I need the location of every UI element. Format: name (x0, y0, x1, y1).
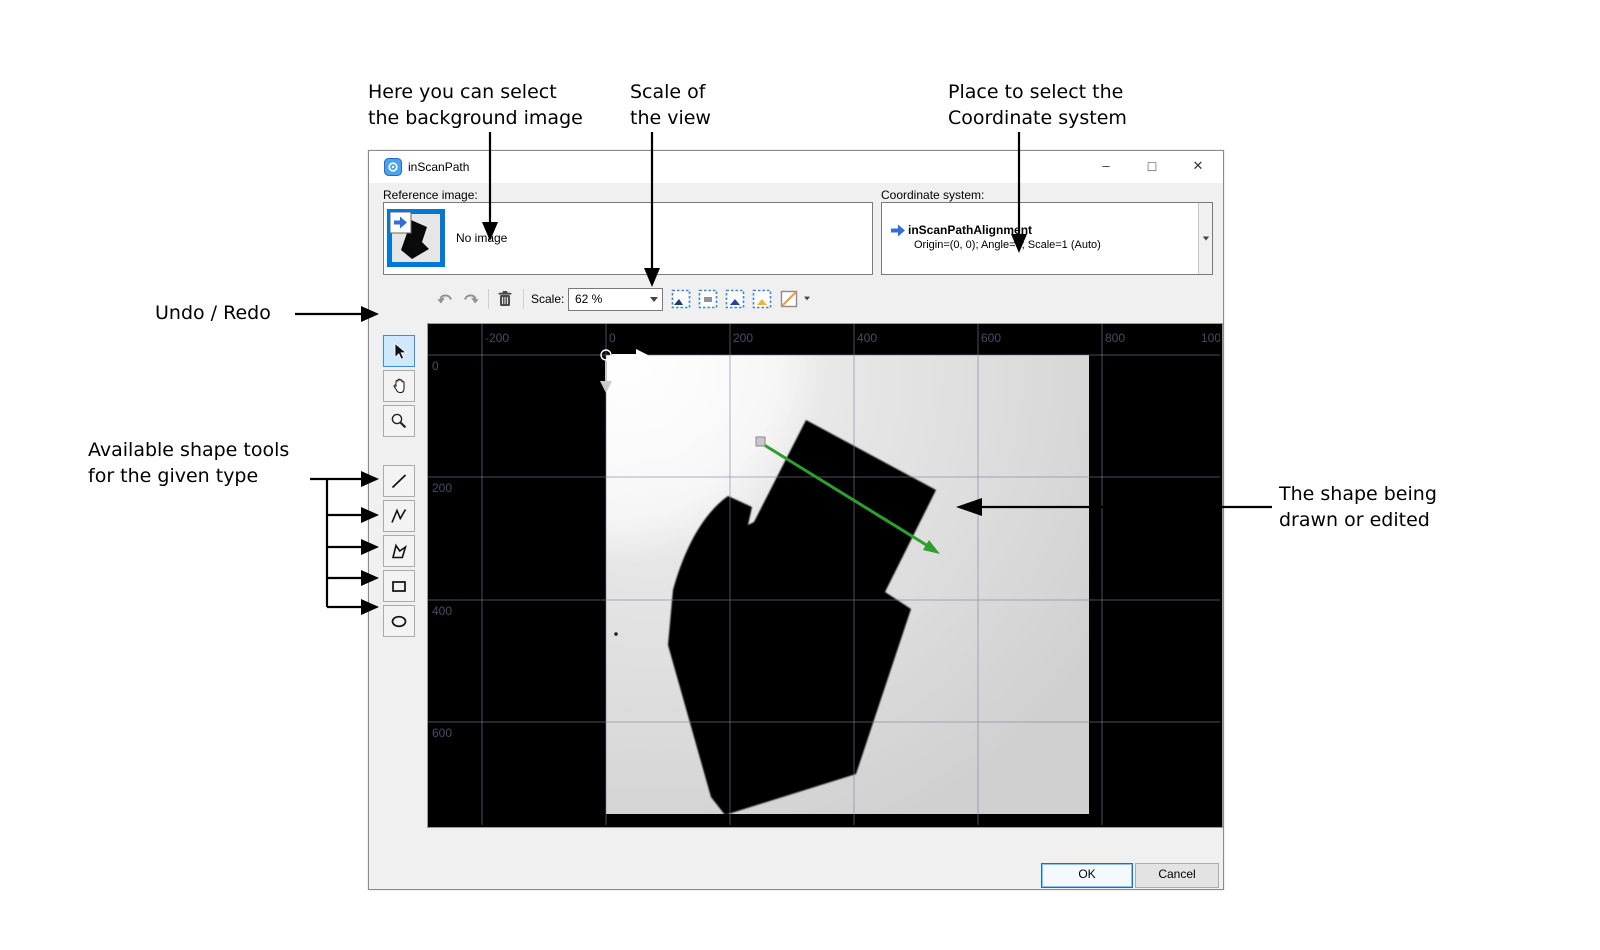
coordinate-system-label: Coordinate system: (881, 188, 984, 202)
callout-background: Here you can select the background image (368, 79, 583, 131)
chevron-down-icon (1202, 237, 1208, 241)
rectangle-icon (389, 576, 409, 596)
trash-icon (497, 290, 513, 308)
polygon-icon (389, 541, 409, 561)
reference-image-label: Reference image: (383, 188, 478, 202)
zoom-original-icon (698, 289, 718, 309)
cursor-icon (389, 341, 409, 361)
inscanpath-dialog: inScanPath – □ ✕ Reference image: No ima… (368, 150, 1224, 890)
page: Here you can select the background image… (0, 0, 1600, 950)
view-toolbar: Scale: 62 % (369, 286, 1223, 312)
callout-arrow-undo-redo (295, 306, 379, 322)
background-visibility-button[interactable] (777, 287, 801, 311)
coordinate-system-select[interactable]: inScanPathAlignment Origin=(0, 0); Angle… (881, 202, 1213, 275)
callout-undo-redo: Undo / Redo (155, 300, 271, 326)
cancel-button[interactable]: Cancel (1135, 863, 1219, 888)
zoom-selection-icon (725, 289, 745, 309)
line-icon (389, 471, 409, 491)
svg-text:600: 600 (981, 331, 1001, 345)
polyline-icon (389, 506, 409, 526)
svg-text:800: 800 (1105, 331, 1125, 345)
tool-ellipse-button[interactable] (383, 605, 415, 637)
zoom-fit-icon (671, 289, 691, 309)
coordinate-arrow-icon (890, 224, 906, 237)
reference-item-label: No image (456, 231, 507, 245)
coordinate-system-details: Origin=(0, 0); Angle=0; Scale=1 (Auto) (914, 239, 1101, 251)
no-background-icon (779, 289, 799, 309)
redo-icon (462, 290, 480, 308)
background-options-dropdown[interactable] (804, 297, 810, 301)
tool-polyline-button[interactable] (383, 500, 415, 532)
coordinate-dropdown-strip[interactable] (1198, 203, 1212, 274)
close-icon[interactable]: ✕ (1183, 151, 1213, 181)
canvas-scene: -200 0 200 400 600 800 100 0 200 400 600 (428, 324, 1220, 825)
title-bar[interactable]: inScanPath – □ ✕ (369, 151, 1223, 183)
svg-text:600: 600 (432, 726, 452, 740)
magnifier-icon (389, 411, 409, 431)
svg-text:100: 100 (1201, 331, 1220, 345)
coordinate-system-name: inScanPathAlignment (908, 223, 1032, 237)
tool-line-button[interactable] (383, 465, 415, 497)
drawing-canvas[interactable]: -200 0 200 400 600 800 100 0 200 400 600 (427, 323, 1223, 828)
shape-start-handle[interactable] (756, 437, 765, 446)
zoom-region-button[interactable] (750, 287, 774, 311)
chevron-down-icon (650, 297, 658, 302)
undo-icon (436, 290, 454, 308)
window-title: inScanPath (408, 160, 469, 174)
zoom-selection-button[interactable] (723, 287, 747, 311)
svg-text:200: 200 (733, 331, 753, 345)
svg-text:0: 0 (609, 331, 616, 345)
undo-button[interactable] (433, 287, 457, 311)
delete-button[interactable] (493, 287, 517, 311)
redo-button[interactable] (459, 287, 483, 311)
tool-polygon-button[interactable] (383, 535, 415, 567)
svg-text:-200: -200 (485, 331, 509, 345)
scale-value: 62 % (575, 292, 602, 306)
svg-text:200: 200 (432, 481, 452, 495)
minimize-icon[interactable]: – (1091, 151, 1121, 181)
zoom-region-icon (752, 289, 772, 309)
ok-button[interactable]: OK (1041, 863, 1133, 888)
scale-combobox[interactable]: 62 % (568, 288, 663, 311)
svg-text:400: 400 (432, 604, 452, 618)
photo-speck (614, 632, 618, 636)
reference-thumbnail-image (387, 209, 445, 267)
ellipse-icon (389, 611, 409, 631)
background-photo (606, 355, 1089, 815)
reference-image-list[interactable]: No image (383, 202, 873, 275)
maximize-icon[interactable]: □ (1137, 151, 1167, 181)
app-icon (384, 158, 402, 176)
tool-pan-button[interactable] (383, 370, 415, 402)
hand-icon (389, 376, 409, 396)
callout-shape-tools: Available shape tools for the given type (88, 437, 289, 489)
callout-scale: Scale of the view (630, 79, 711, 131)
callout-coordinate: Place to select the Coordinate system (948, 79, 1127, 131)
callout-shape: The shape being drawn or edited (1279, 481, 1437, 533)
scale-label: Scale: (531, 292, 564, 306)
zoom-original-button[interactable] (696, 287, 720, 311)
svg-text:0: 0 (432, 359, 439, 373)
reference-image-thumbnail[interactable] (387, 209, 445, 267)
zoom-fit-button[interactable] (669, 287, 693, 311)
svg-text:400: 400 (857, 331, 877, 345)
tool-rectangle-button[interactable] (383, 570, 415, 602)
tool-select-button[interactable] (383, 335, 415, 367)
tool-zoom-button[interactable] (383, 405, 415, 437)
